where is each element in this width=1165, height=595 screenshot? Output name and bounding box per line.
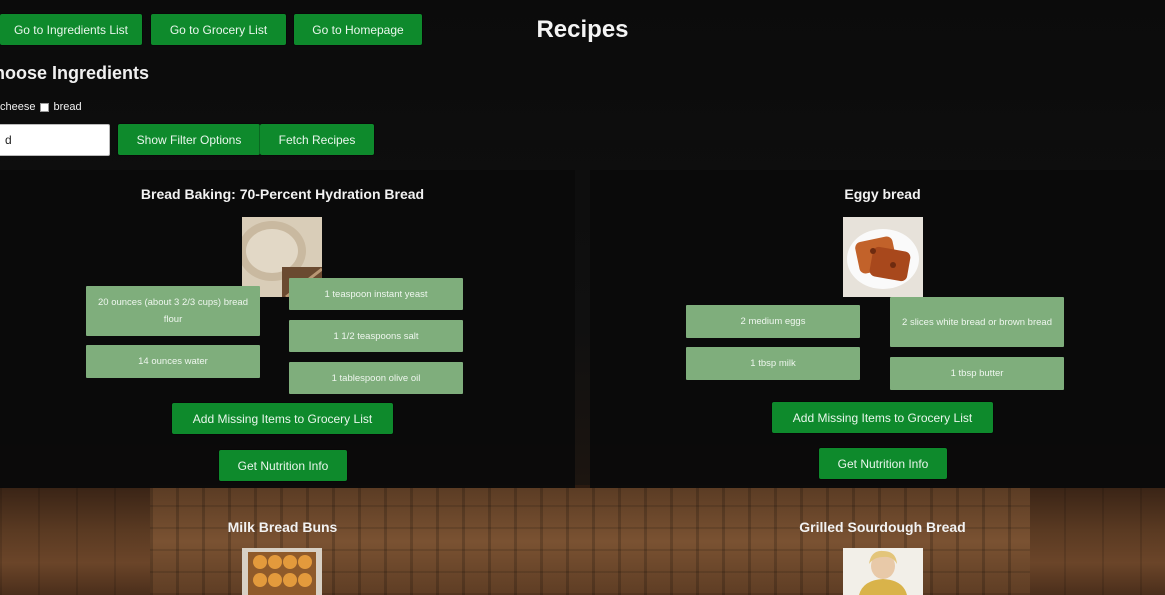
checkbox-label-bread: bread [53, 101, 82, 113]
add-missing-items-button[interactable]: Add Missing Items to Grocery List [772, 402, 993, 433]
recipe-card-1: Bread Baking: 70-Percent Hydration Bread… [0, 170, 575, 488]
checkbox-label-cheese: cheese [0, 101, 36, 113]
checkbox-bread[interactable] [40, 102, 50, 112]
ingredient-item: 1 1/2 teaspoons salt [289, 320, 463, 352]
ingredient-checkboxes: cheese bread [0, 101, 82, 113]
ingredient-item: 1 tbsp milk [686, 347, 860, 380]
show-filter-options-button[interactable]: Show Filter Options [118, 124, 260, 155]
recipe-image-milk-bread-buns [242, 548, 322, 595]
page-title: Recipes [536, 16, 629, 43]
fetch-recipes-button[interactable]: Fetch Recipes [260, 124, 374, 155]
recipe-title: Milk Bread Buns [227, 519, 338, 535]
get-nutrition-info-button[interactable]: Get Nutrition Info [819, 448, 947, 479]
recipe-title: Bread Baking: 70-Percent Hydration Bread [140, 186, 425, 202]
add-missing-items-button[interactable]: Add Missing Items to Grocery List [172, 403, 393, 434]
ingredient-item: 20 ounces (about 3 2/3 cups) bread flour [86, 286, 260, 336]
recipe-image-eggy-bread [843, 217, 923, 297]
recipe-card-2: Eggy bread 2 medium eggs 2 slices white … [590, 170, 1165, 488]
ingredient-item: 1 teaspoon instant yeast [289, 278, 463, 310]
recipe-image-grilled-sourdough [843, 548, 923, 595]
ingredient-search-input[interactable]: d [0, 124, 110, 156]
choose-ingredients-heading: hoose Ingredients [0, 63, 150, 83]
ingredient-item: 14 ounces water [86, 345, 260, 378]
ingredient-item: 1 tablespoon olive oil [289, 362, 463, 394]
recipe-title: Eggy bread [844, 186, 921, 202]
recipe-title: Grilled Sourdough Bread [799, 519, 966, 535]
get-nutrition-info-button[interactable]: Get Nutrition Info [219, 450, 347, 481]
ingredient-item: 1 tbsp butter [890, 357, 1064, 390]
ingredient-item: 2 slices white bread or brown bread [890, 297, 1064, 347]
ingredient-item: 2 medium eggs [686, 305, 860, 338]
